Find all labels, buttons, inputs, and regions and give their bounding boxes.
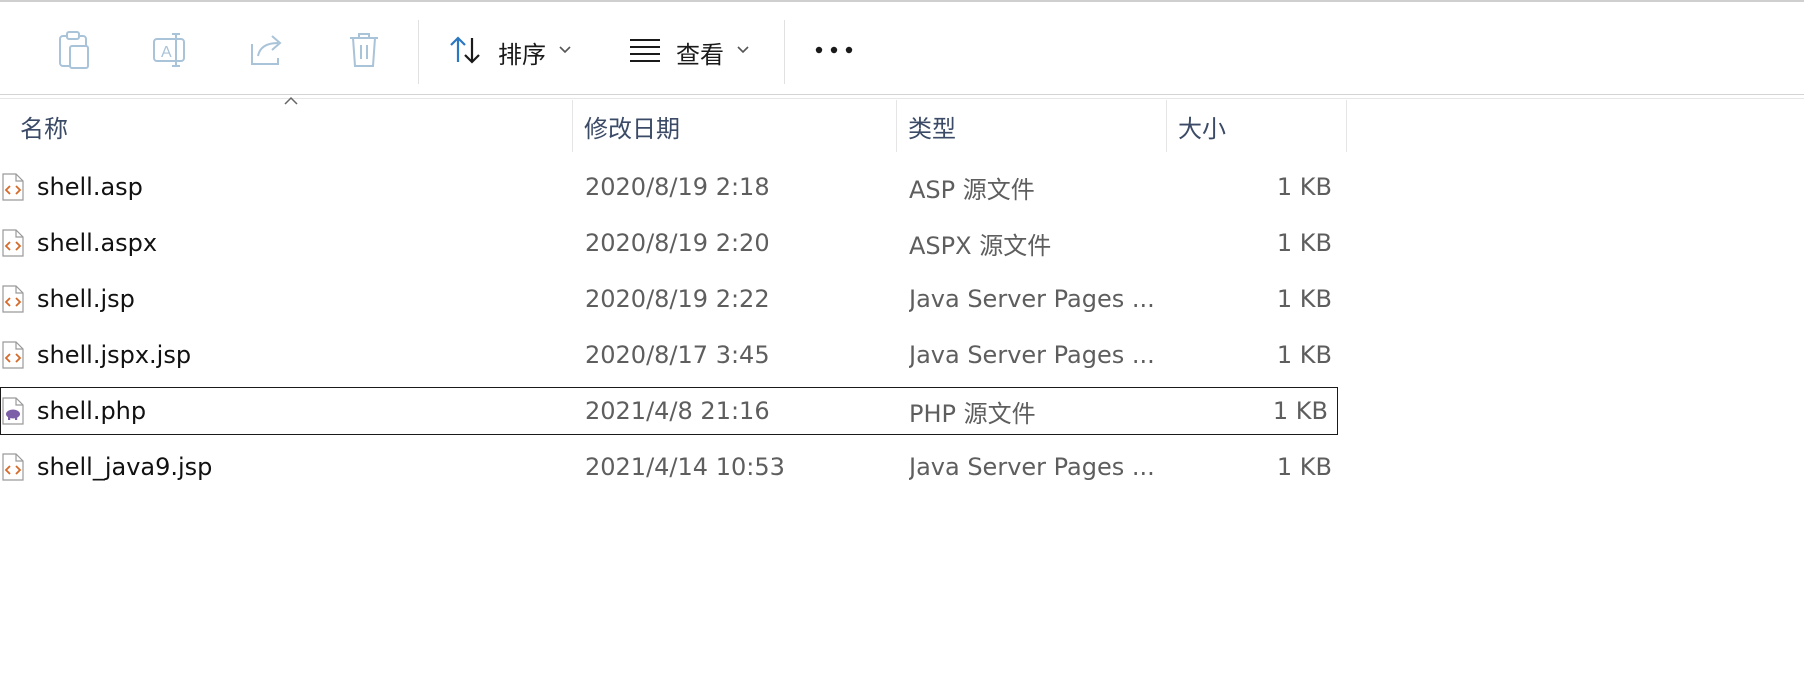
file-size: 1 KB — [1276, 453, 1332, 481]
code-file-icon — [2, 341, 24, 369]
file-name: shell.asp — [37, 173, 143, 201]
file-name: shell.jspx.jsp — [37, 341, 192, 369]
file-row[interactable]: shell_java9.jsp 2021/4/14 10:53 Java Ser… — [0, 439, 1342, 495]
more-dots-icon — [815, 46, 853, 54]
code-file-icon — [2, 285, 24, 313]
rename-button[interactable]: A — [148, 28, 192, 72]
sort-button[interactable]: 排序 — [448, 28, 578, 72]
column-header-date-label: 修改日期 — [584, 114, 680, 143]
file-size: 1 KB — [1276, 341, 1332, 369]
php-file-icon — [2, 397, 24, 425]
share-button[interactable] — [246, 28, 290, 72]
column-header-size[interactable]: 大小 — [1168, 100, 1346, 152]
column-divider[interactable] — [1346, 100, 1347, 152]
file-type: ASPX 源文件 — [909, 231, 1052, 260]
column-header-type[interactable]: 类型 — [898, 100, 1166, 152]
file-name: shell.jsp — [37, 285, 135, 313]
file-size: 1 KB — [1272, 397, 1328, 425]
column-header-type-label: 类型 — [908, 114, 956, 143]
toolbar-separator — [418, 20, 419, 84]
file-name: shell_java9.jsp — [37, 453, 213, 481]
file-date: 2020/8/17 3:45 — [585, 341, 770, 369]
file-row[interactable]: shell.asp 2020/8/19 2:18 ASP 源文件 1 KB — [0, 159, 1342, 215]
column-divider[interactable] — [1166, 100, 1167, 152]
file-type: ASP 源文件 — [909, 175, 1035, 204]
chevron-down-icon — [737, 46, 749, 54]
more-options-button[interactable] — [808, 28, 858, 72]
svg-text:A: A — [161, 44, 172, 61]
delete-button[interactable] — [342, 28, 386, 72]
toolbar-divider — [0, 94, 1804, 99]
file-type: Java Server Pages ... — [909, 453, 1155, 481]
sort-label: 排序 — [498, 41, 546, 69]
paste-button[interactable] — [52, 28, 96, 72]
toolbar-separator — [784, 20, 785, 84]
sort-arrows-icon — [450, 36, 480, 64]
file-date: 2020/8/19 2:22 — [585, 285, 770, 313]
command-bar: A 排序 查看 — [0, 2, 1804, 96]
code-file-icon — [2, 453, 24, 481]
view-label: 查看 — [676, 41, 724, 69]
code-file-icon — [2, 229, 24, 257]
file-name: shell.php — [37, 397, 147, 425]
share-icon — [251, 35, 282, 65]
file-date: 2020/8/19 2:20 — [585, 229, 770, 257]
column-divider[interactable] — [896, 100, 897, 152]
file-type: Java Server Pages ... — [909, 285, 1155, 313]
file-row[interactable]: shell.jspx.jsp 2020/8/17 3:45 Java Serve… — [0, 327, 1342, 383]
chevron-down-icon — [559, 46, 571, 54]
file-date: 2021/4/14 10:53 — [585, 453, 785, 481]
file-name: shell.aspx — [37, 229, 158, 257]
file-date: 2020/8/19 2:18 — [585, 173, 770, 201]
file-size: 1 KB — [1276, 285, 1332, 313]
column-header-name[interactable]: 名称 — [10, 100, 572, 152]
file-row[interactable]: shell.aspx 2020/8/19 2:20 ASPX 源文件 1 KB — [0, 215, 1342, 271]
trash-icon — [350, 33, 378, 67]
code-file-icon — [2, 173, 24, 201]
clipboard-icon — [59, 31, 89, 69]
column-header-size-label: 大小 — [1178, 114, 1226, 143]
column-divider[interactable] — [572, 100, 573, 152]
view-list-icon — [630, 39, 660, 62]
column-header-name-label: 名称 — [20, 114, 68, 143]
file-size: 1 KB — [1276, 173, 1332, 201]
rename-icon: A — [153, 33, 185, 67]
file-date: 2021/4/8 21:16 — [585, 397, 770, 425]
file-row[interactable]: shell.jsp 2020/8/19 2:22 Java Server Pag… — [0, 271, 1342, 327]
file-row-selected[interactable]: shell.php 2021/4/8 21:16 PHP 源文件 1 KB — [0, 387, 1338, 435]
file-type: PHP 源文件 — [909, 399, 1036, 428]
view-button[interactable]: 查看 — [628, 28, 758, 72]
file-type: Java Server Pages ... — [909, 341, 1155, 369]
file-size: 1 KB — [1276, 229, 1332, 257]
column-header-date[interactable]: 修改日期 — [574, 100, 896, 152]
